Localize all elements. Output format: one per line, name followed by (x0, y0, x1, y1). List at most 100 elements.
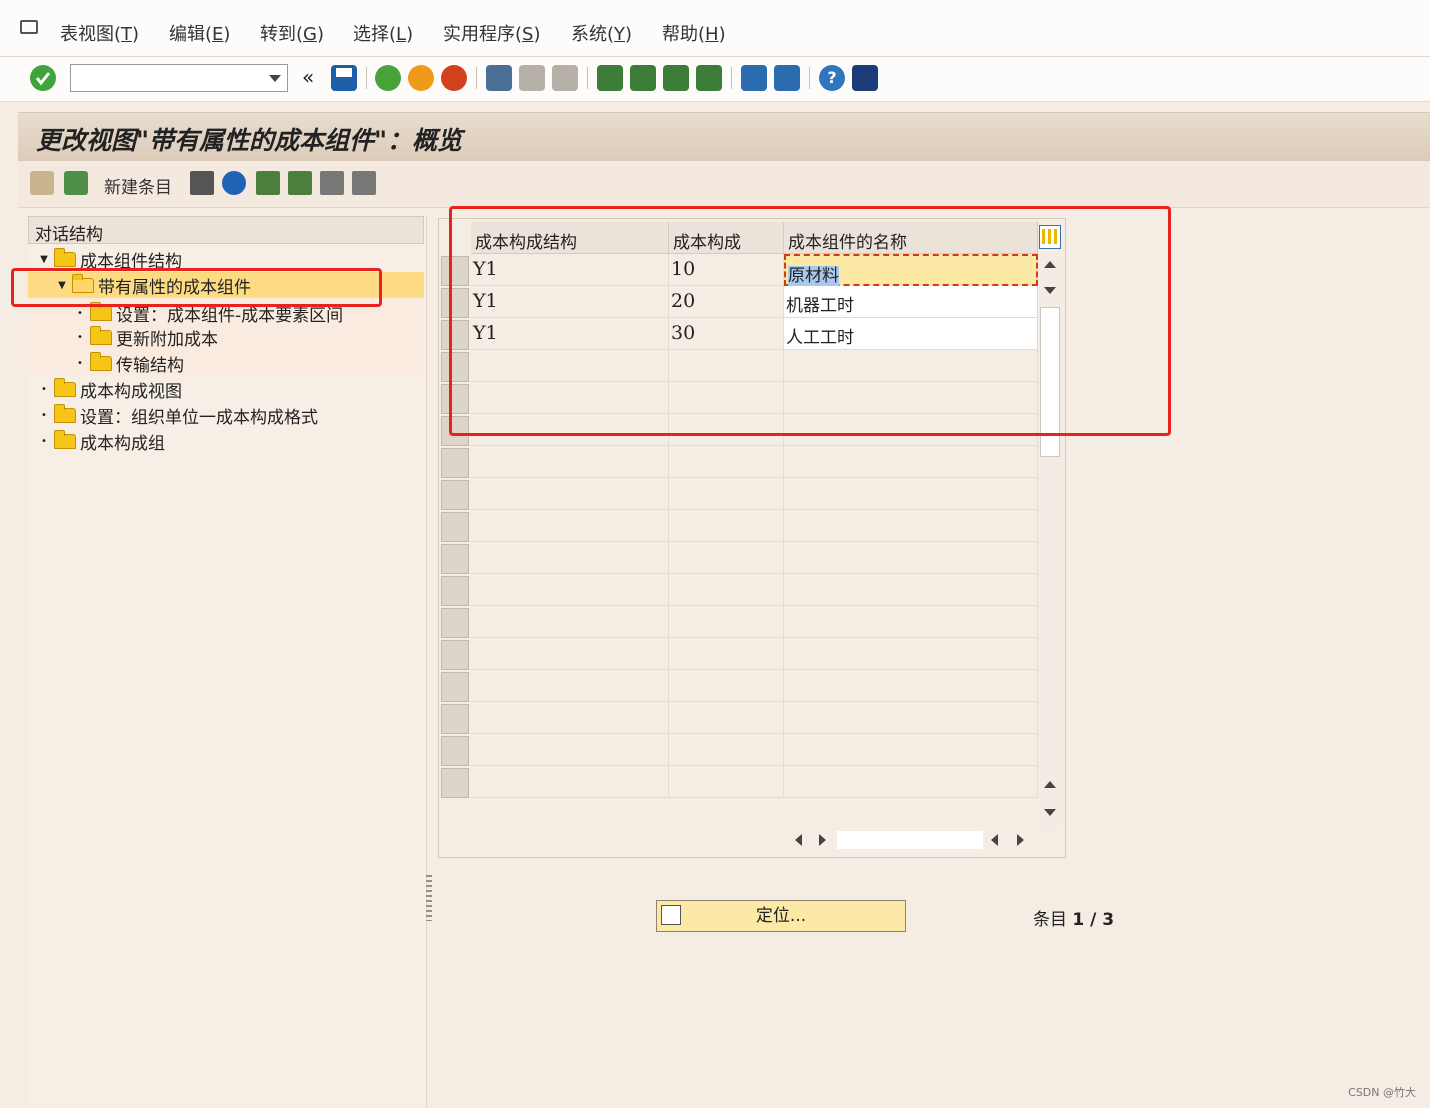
empty-table-cell (669, 766, 784, 798)
scroll-page-up-icon[interactable] (1044, 781, 1056, 788)
page-title: 更改视图"带有属性的成本组件"：概览 (36, 126, 463, 155)
scroll-left-icon[interactable] (991, 834, 998, 846)
empty-table-cell (471, 542, 669, 574)
command-field[interactable] (70, 64, 288, 92)
folder-icon (90, 325, 112, 345)
exit-icon[interactable] (408, 65, 434, 91)
previous-page-icon[interactable] (630, 65, 656, 91)
next-page-icon[interactable] (663, 65, 689, 91)
empty-table-cell (784, 606, 1038, 638)
first-page-icon[interactable] (597, 65, 623, 91)
tree-node-cost-component-group[interactable]: • 成本构成组 (38, 428, 165, 454)
application-toolbar: 新建条目 (18, 161, 1430, 208)
locate-button-label: 定位... (755, 906, 807, 926)
tree-header: 对话结构 (28, 216, 424, 245)
empty-table-cell (784, 702, 1038, 734)
row-selector[interactable] (441, 672, 469, 702)
empty-table-cell (669, 702, 784, 734)
toolbar-separator (809, 67, 810, 89)
back-icon[interactable] (375, 65, 401, 91)
empty-table-cell (784, 510, 1038, 542)
display-change-icon[interactable] (30, 171, 54, 195)
menu-help[interactable]: 帮助(H) (662, 20, 726, 46)
empty-table-cell (784, 766, 1038, 798)
menu-bar: 表视图(T) 编辑(E) 转到(G) 选择(L) 实用程序(S) 系统(Y) 帮… (0, 0, 1430, 57)
empty-table-cell (471, 510, 669, 542)
row-selector[interactable] (441, 736, 469, 766)
select-block-icon[interactable] (288, 171, 312, 195)
row-selector[interactable] (441, 512, 469, 542)
scrollbar-track[interactable] (837, 831, 983, 849)
find-next-icon[interactable] (552, 65, 578, 91)
locate-button[interactable]: 定位... (656, 900, 906, 932)
menu-table-view[interactable]: 表视图(T) (60, 20, 139, 46)
select-all-icon[interactable] (256, 171, 280, 195)
new-entries-button[interactable]: 新建条目 (104, 173, 172, 198)
enter-check-icon[interactable] (30, 65, 56, 91)
shortcut-icon[interactable] (774, 65, 800, 91)
folder-icon (90, 351, 112, 371)
save-icon[interactable] (331, 65, 357, 91)
row-selector[interactable] (441, 608, 469, 638)
row-selector[interactable] (441, 640, 469, 670)
delete-row-icon[interactable] (190, 171, 214, 195)
standard-toolbar: « ? (0, 57, 1430, 102)
bullet-icon: • (77, 357, 83, 369)
scroll-page-down-icon[interactable] (1044, 809, 1056, 816)
title-bar: 更改视图"带有属性的成本组件"：概览 (18, 112, 1430, 161)
menu-selection[interactable]: 选择(L) (353, 20, 413, 46)
panel-splitter-handle[interactable] (426, 875, 432, 921)
cancel-icon[interactable] (441, 65, 467, 91)
empty-table-cell (669, 606, 784, 638)
row-selector[interactable] (441, 768, 469, 798)
toolbar-separator (476, 67, 477, 89)
bullet-icon: • (41, 383, 47, 395)
tree-node-org-unit-format[interactable]: • 设置：组织单位一成本构成格式 (38, 402, 318, 428)
tree-node-cost-component-view[interactable]: • 成本构成视图 (38, 376, 182, 402)
collapse-toolbar-button[interactable]: « (302, 65, 314, 89)
tree-node-transfer-structure[interactable]: • 传输结构 (74, 350, 184, 376)
empty-table-cell (669, 574, 784, 606)
customize-layout-icon[interactable] (852, 65, 878, 91)
last-page-icon[interactable] (696, 65, 722, 91)
deselect-all-icon[interactable] (320, 171, 344, 195)
row-selector[interactable] (441, 544, 469, 574)
chevron-down-icon[interactable] (269, 75, 281, 82)
scroll-left-icon[interactable] (795, 834, 802, 846)
find-icon[interactable] (519, 65, 545, 91)
empty-table-cell (669, 638, 784, 670)
empty-table-cell (669, 478, 784, 510)
empty-table-cell (784, 446, 1038, 478)
empty-table-cell (471, 638, 669, 670)
menu-edit[interactable]: 编辑(E) (169, 20, 230, 46)
row-selector[interactable] (441, 576, 469, 606)
menu-utilities[interactable]: 实用程序(S) (443, 20, 541, 46)
compare-icon[interactable] (352, 171, 376, 195)
bullet-icon: • (77, 331, 83, 343)
row-selector[interactable] (441, 448, 469, 478)
row-selector[interactable] (441, 480, 469, 510)
undo-icon[interactable] (222, 171, 246, 195)
bullet-icon: • (77, 307, 83, 319)
expand-arrow-icon[interactable]: ▼ (38, 254, 50, 265)
menu-system[interactable]: 系统(Y) (571, 20, 632, 46)
scroll-right-icon[interactable] (819, 834, 826, 846)
tree-node-label: 成本构成视图 (80, 381, 182, 402)
horizontal-scrollbar[interactable] (785, 829, 1061, 851)
empty-table-cell (471, 734, 669, 766)
print-icon[interactable] (486, 65, 512, 91)
empty-table-cell (471, 574, 669, 606)
other-view-icon[interactable] (64, 171, 88, 195)
system-menu-icon[interactable] (20, 20, 38, 34)
watermark: CSDN @竹大 (1348, 1086, 1416, 1099)
row-selector[interactable] (441, 704, 469, 734)
new-session-icon[interactable] (741, 65, 767, 91)
empty-table-cell (669, 446, 784, 478)
entry-label: 条目 (1033, 910, 1067, 930)
menu-goto[interactable]: 转到(G) (260, 20, 324, 46)
help-icon[interactable]: ? (819, 65, 845, 91)
scroll-right-icon[interactable] (1017, 834, 1024, 846)
entry-value: 1 / 3 (1072, 910, 1115, 930)
folder-icon (54, 403, 76, 423)
tree-node-update-overhead[interactable]: • 更新附加成本 (74, 324, 218, 350)
